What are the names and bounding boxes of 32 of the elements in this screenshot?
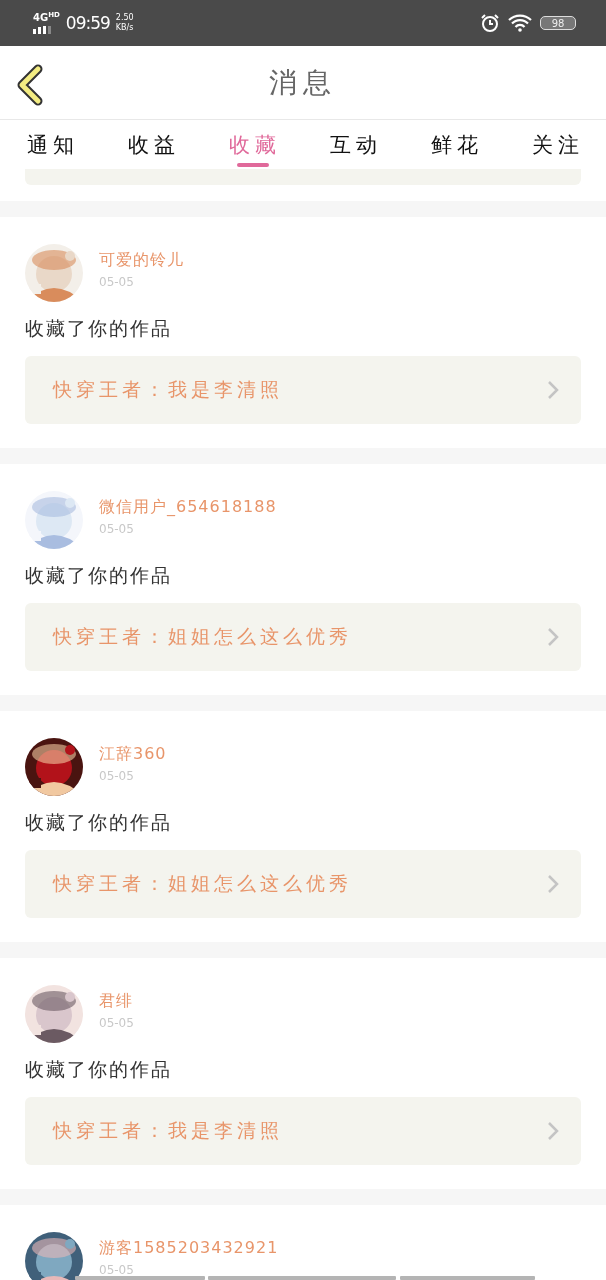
message-text: 收藏了你的作品	[25, 1057, 173, 1082]
chevron-icon	[547, 380, 559, 400]
user-name[interactable]: 君绯	[99, 991, 134, 1012]
message-text: 收藏了你的作品	[25, 563, 173, 588]
chevron-icon	[547, 874, 559, 894]
network-type: 4G$^{HD}$	[33, 12, 60, 24]
page-title: 消息	[269, 64, 337, 101]
tab[interactable]: 通知	[0, 120, 101, 169]
user-name[interactable]: 微信用户_654618188	[99, 497, 277, 518]
alarm-icon	[480, 13, 500, 33]
chevron-icon	[547, 627, 559, 647]
tab[interactable]: 关注	[505, 120, 606, 169]
tab[interactable]: 互动	[303, 120, 404, 169]
message-text: 收藏了你的作品	[25, 810, 173, 835]
speed-value: 2.50	[115, 13, 134, 23]
work-link[interactable]: 快穿王者：我是李清照	[25, 1097, 581, 1165]
signal-icon	[33, 25, 51, 34]
message-text: 收藏了你的作品	[25, 316, 173, 341]
work-link[interactable]: 快穿王者：姐姐怎么这么优秀	[25, 850, 581, 918]
user-name[interactable]: 江辞360	[99, 744, 167, 765]
speed-unit: KB/s	[115, 23, 134, 33]
tab[interactable]: 收益	[101, 120, 202, 169]
tab[interactable]: 收藏	[202, 120, 303, 169]
battery-level: 98	[540, 16, 576, 30]
clock-time: 09:59	[65, 13, 110, 33]
user-name[interactable]: 游客1585203432921	[99, 1238, 279, 1259]
work-link[interactable]: 快穿王者：姐姐怎么这么优秀	[25, 603, 581, 671]
chevron-icon	[547, 1121, 559, 1141]
work-link[interactable]: 快穿王者：我是李清照	[25, 356, 581, 424]
user-name[interactable]: 可爱的铃儿	[99, 250, 184, 271]
wifi-icon	[508, 14, 532, 32]
tab[interactable]: 鲜花	[404, 120, 505, 169]
